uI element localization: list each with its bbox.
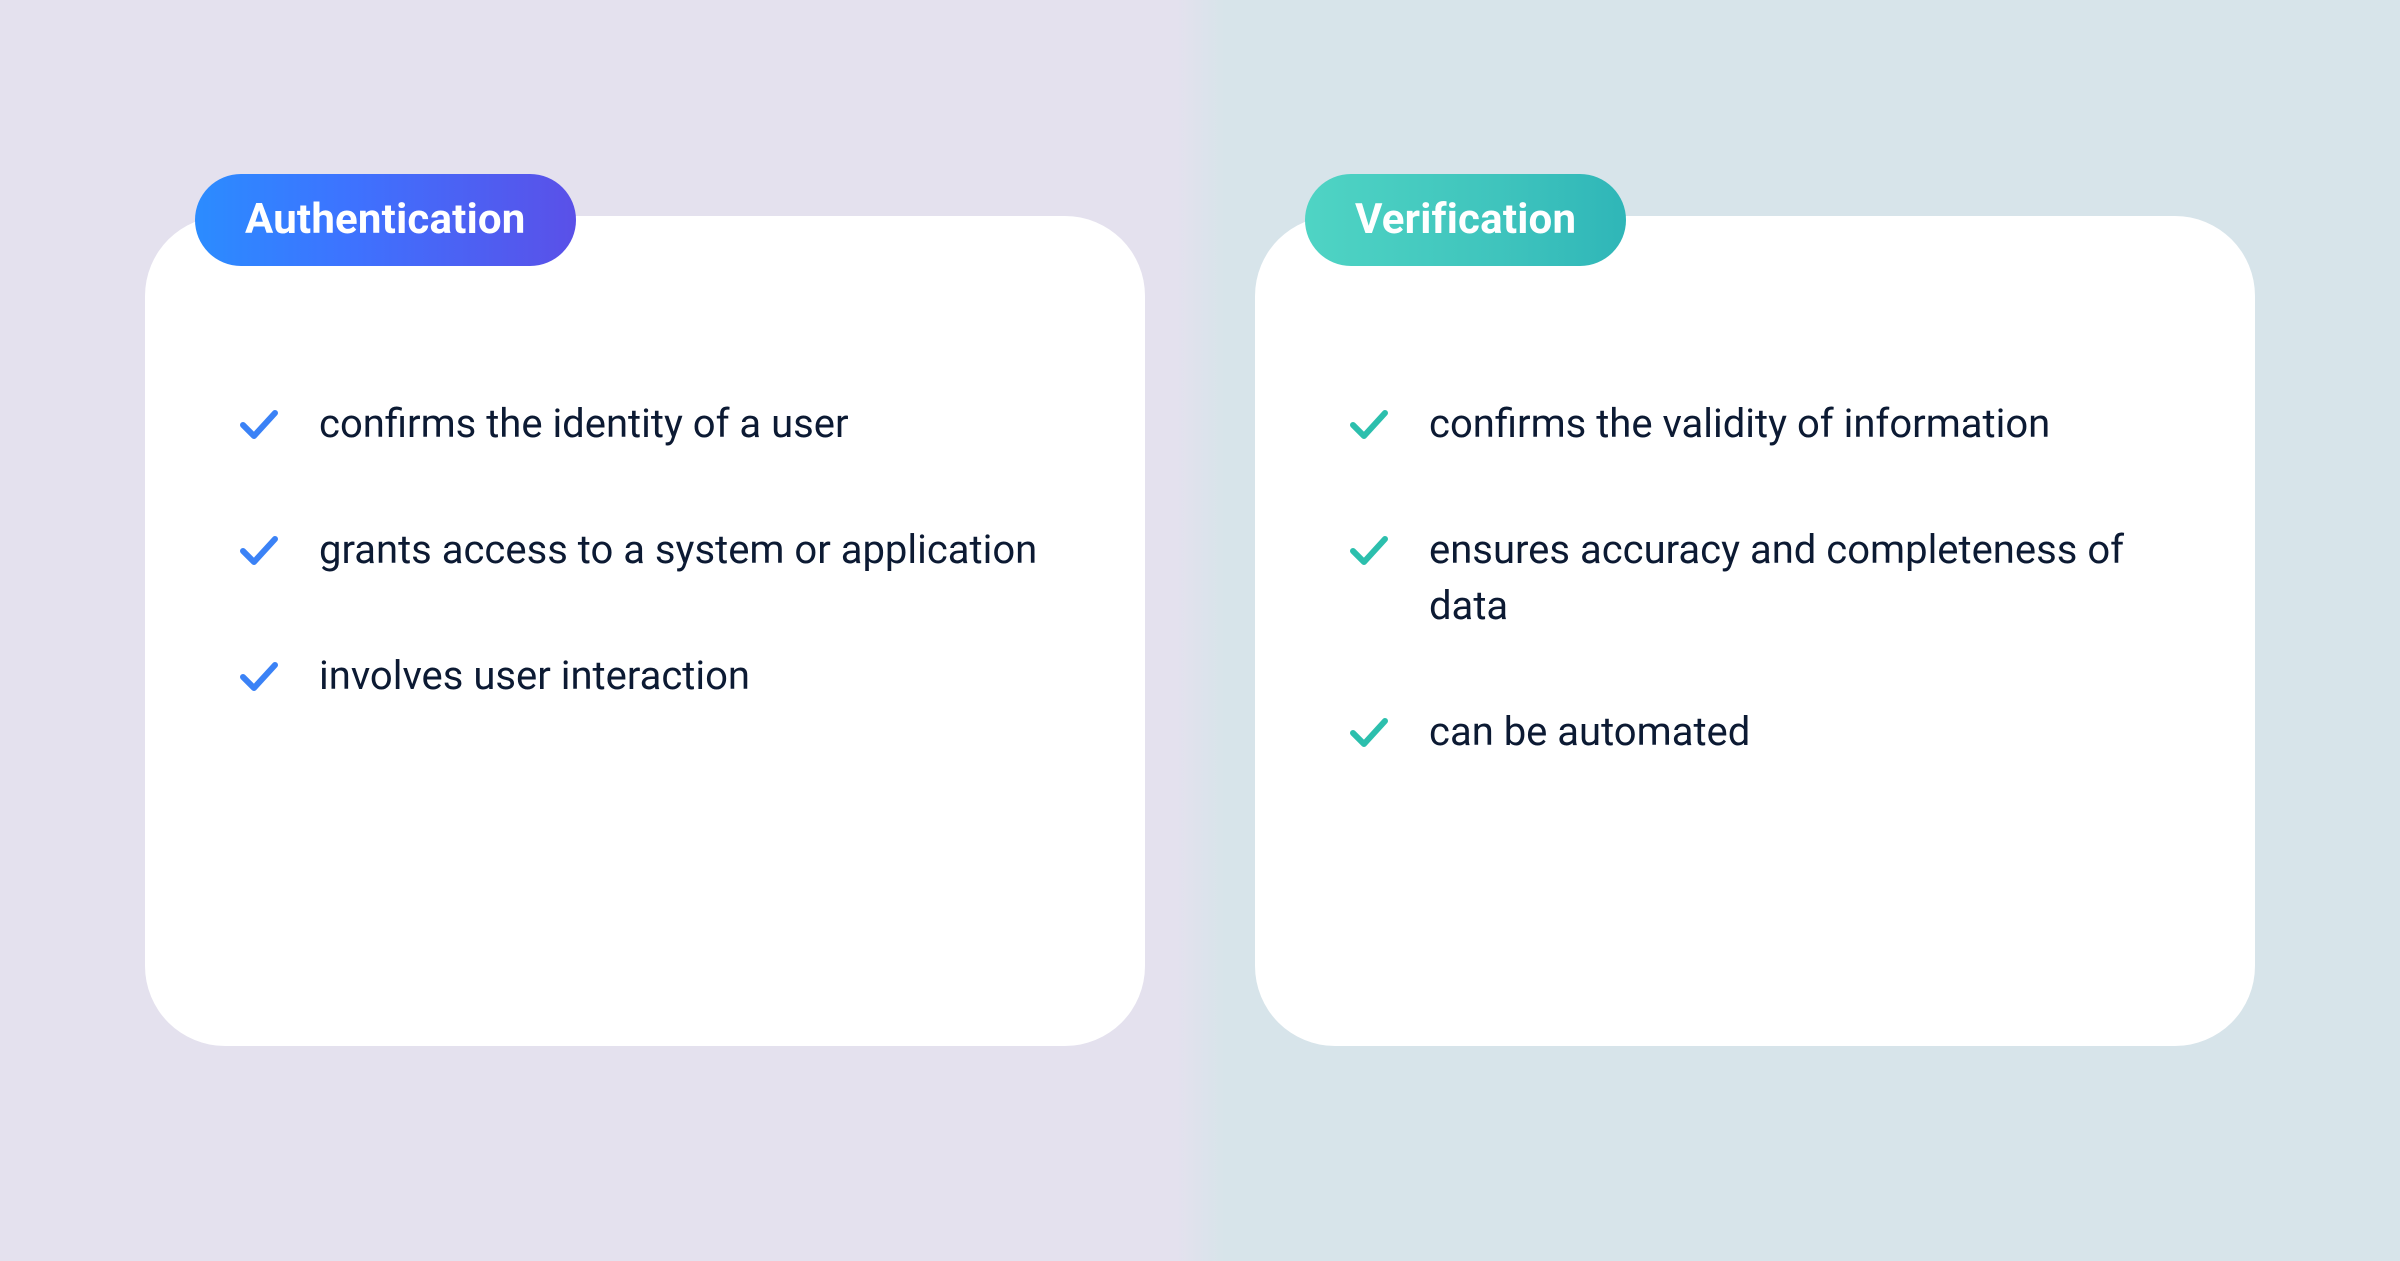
check-icon [235, 526, 283, 574]
verification-title: Verification [1355, 195, 1576, 244]
authentication-card: Authentication confirms the identity of … [145, 216, 1145, 1046]
list-item-text: involves user interaction [319, 648, 750, 704]
list-item: confirms the validity of information [1345, 396, 2165, 452]
list-item: ensures accuracy and completeness of dat… [1345, 522, 2165, 634]
verification-badge: Verification [1305, 174, 1626, 266]
check-icon [1345, 400, 1393, 448]
list-item: confirms the identity of a user [235, 396, 1055, 452]
list-item: grants access to a system or application [235, 522, 1055, 578]
list-item-text: confirms the identity of a user [319, 396, 849, 452]
diagram-canvas: Authentication confirms the identity of … [0, 0, 2400, 1261]
check-icon [235, 652, 283, 700]
authentication-title: Authentication [245, 195, 526, 244]
list-item: involves user interaction [235, 648, 1055, 704]
verification-card: Verification confirms the validity of in… [1255, 216, 2255, 1046]
check-icon [235, 400, 283, 448]
authentication-badge: Authentication [195, 174, 576, 266]
list-item-text: confirms the validity of information [1429, 396, 2050, 452]
check-icon [1345, 526, 1393, 574]
check-icon [1345, 708, 1393, 756]
list-item-text: can be automated [1429, 704, 1750, 760]
list-item-text: grants access to a system or application [319, 522, 1037, 578]
list-item-text: ensures accuracy and completeness of dat… [1429, 522, 2149, 634]
list-item: can be automated [1345, 704, 2165, 760]
